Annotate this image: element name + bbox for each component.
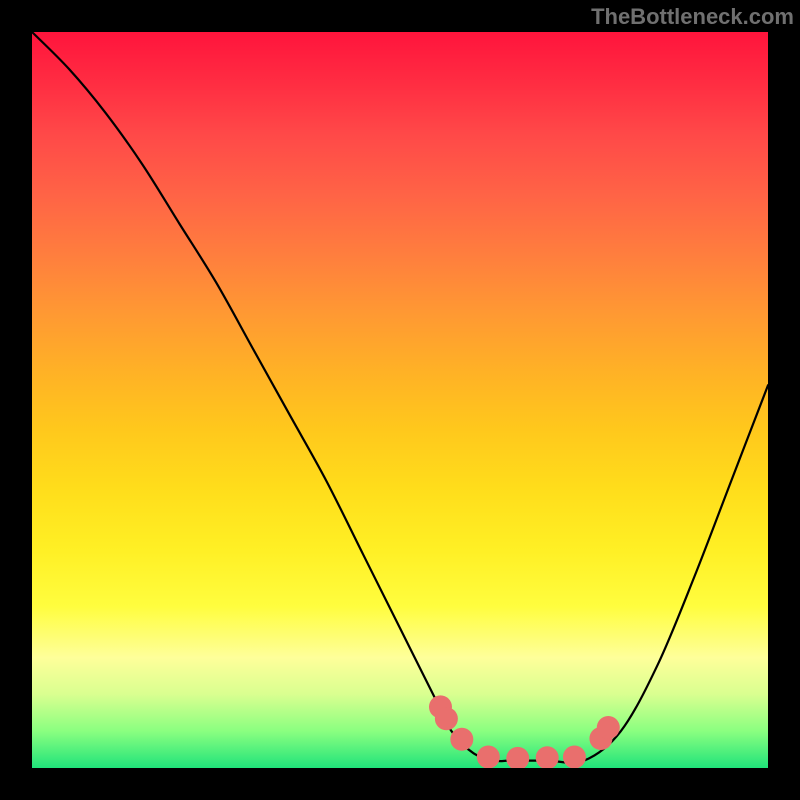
highlight-marker xyxy=(563,745,586,768)
highlight-marker xyxy=(450,728,473,751)
highlight-marker xyxy=(477,745,500,768)
bottleneck-curve-line xyxy=(32,32,768,763)
chart-plot-area xyxy=(32,32,768,768)
highlight-marker xyxy=(597,716,620,739)
highlight-marker xyxy=(435,707,458,730)
highlight-marker xyxy=(536,746,559,768)
watermark-text: TheBottleneck.com xyxy=(591,4,794,30)
line-chart-svg xyxy=(32,32,768,768)
highlight-marker xyxy=(506,747,529,768)
